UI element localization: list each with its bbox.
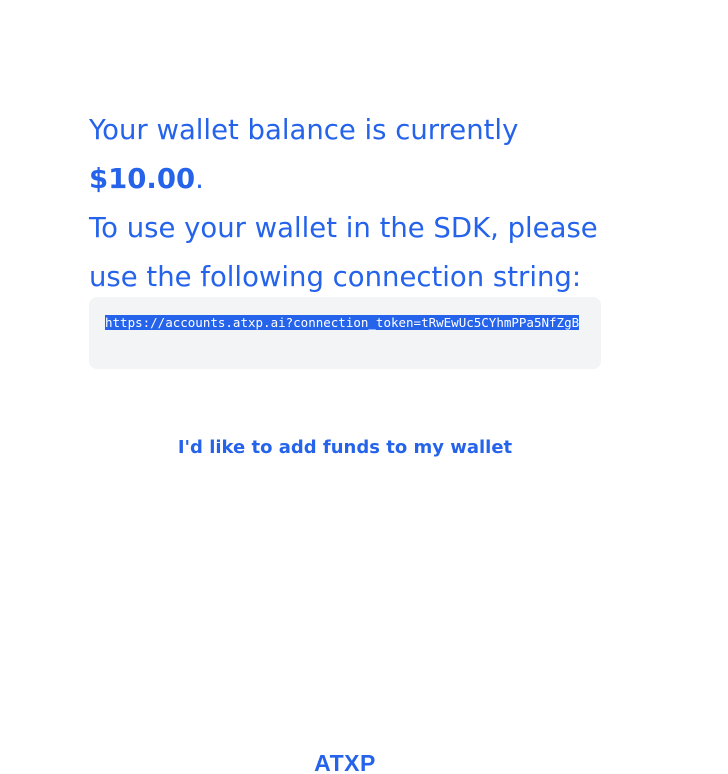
connection-string[interactable]: https://accounts.atxp.ai?connection_toke… xyxy=(105,313,589,333)
instruction-line-3: use the following connection string: xyxy=(89,261,582,293)
instruction-line-2: To use your wallet in the SDK, please xyxy=(89,212,598,244)
wallet-balance-message: Your wallet balance is currently $10.00.… xyxy=(89,106,609,302)
connection-string-text[interactable]: https://accounts.atxp.ai?connection_toke… xyxy=(105,315,580,330)
balance-prefix: Your wallet balance is currently xyxy=(89,114,519,146)
atxp-logo: ATXP xyxy=(314,750,376,774)
balance-suffix: . xyxy=(195,163,204,195)
connection-string-box[interactable]: https://accounts.atxp.ai?connection_toke… xyxy=(89,297,601,369)
add-funds-link[interactable]: I'd like to add funds to my wallet xyxy=(0,434,690,462)
wallet-balance-amount: $10.00 xyxy=(89,163,196,195)
wallet-info: Your wallet balance is currently $10.00.… xyxy=(89,106,609,302)
